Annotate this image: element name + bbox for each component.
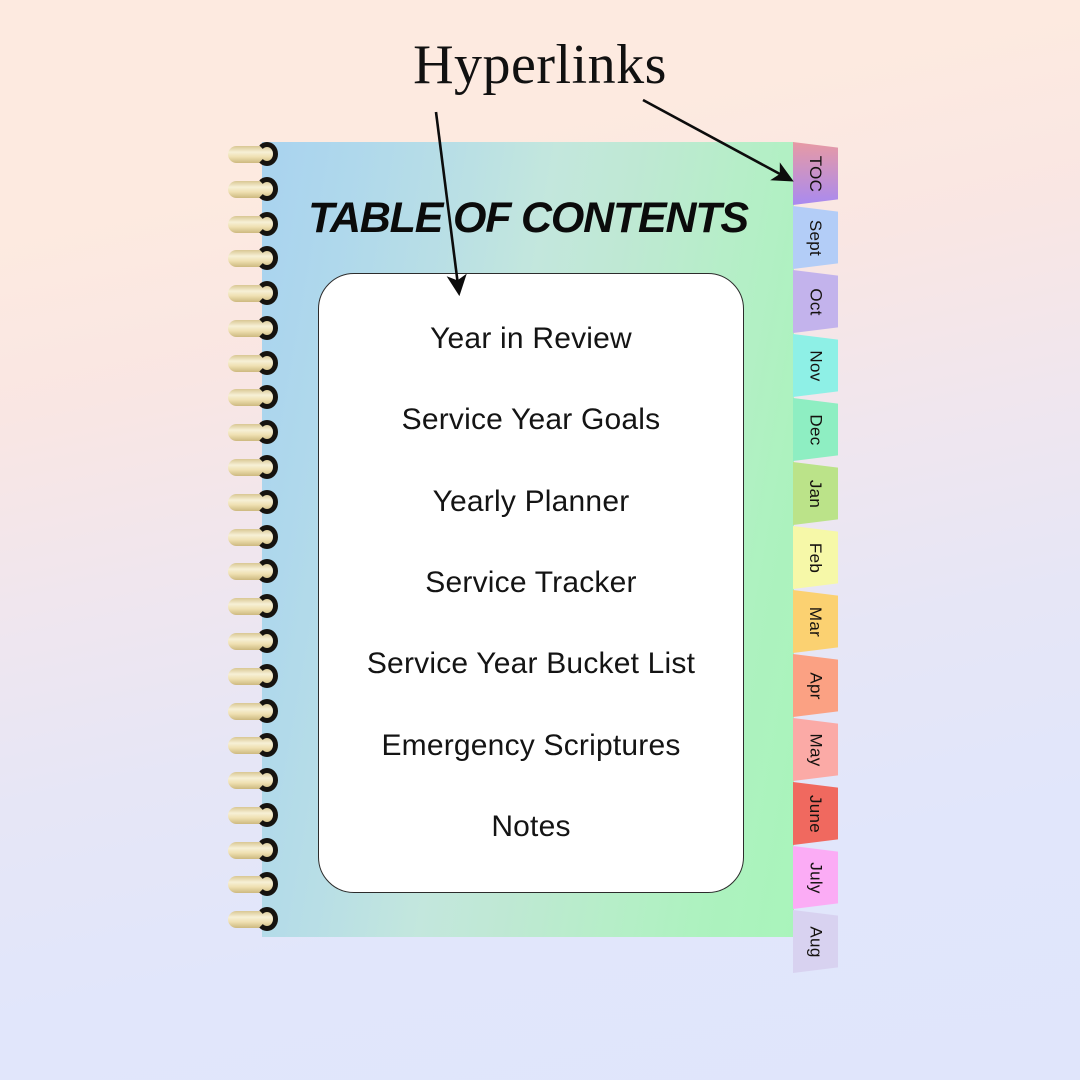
spiral-coil-loop xyxy=(256,385,278,410)
spiral-coil-loop xyxy=(256,768,278,793)
spiral-coil-loop xyxy=(256,489,278,514)
spiral-coil-loop xyxy=(256,837,278,862)
spiral-coil-loop xyxy=(256,315,278,340)
list-item[interactable]: Service Year Bucket List xyxy=(329,647,733,681)
spiral-coil-loop xyxy=(256,802,278,827)
spiral-coil-loop xyxy=(256,733,278,758)
index-tab-apr[interactable]: Apr xyxy=(793,654,838,717)
index-tab-mar[interactable]: Mar xyxy=(793,590,838,653)
list-item[interactable]: Yearly Planner xyxy=(329,485,733,519)
index-tab-label: TOC xyxy=(806,155,826,192)
list-item[interactable]: Notes xyxy=(329,810,733,844)
list-item[interactable]: Service Tracker xyxy=(329,566,733,600)
spiral-coil-loop xyxy=(256,524,278,549)
index-tab-label: May xyxy=(806,732,826,767)
spiral-coil-loop xyxy=(256,420,278,445)
spiral-binding xyxy=(228,140,284,940)
spiral-coil-loop xyxy=(256,350,278,375)
index-tab-june[interactable]: June xyxy=(793,782,838,845)
index-tab-aug[interactable]: Aug xyxy=(793,910,838,973)
spiral-coil-loop xyxy=(256,698,278,723)
index-tab-toc[interactable]: TOC xyxy=(793,142,838,205)
table-of-contents-card: Year in Review Service Year Goals Yearly… xyxy=(318,273,744,893)
list-item[interactable]: Year in Review xyxy=(329,322,733,356)
spiral-coil-loop xyxy=(256,628,278,653)
index-tab-feb[interactable]: Feb xyxy=(793,526,838,589)
index-tab-label: June xyxy=(806,794,826,833)
index-tab-dec[interactable]: Dec xyxy=(793,398,838,461)
index-tab-label: Jan xyxy=(806,479,826,508)
notebook: TABLE OF CONTENTS Year in Review Service… xyxy=(262,142,794,937)
index-tab-label: Oct xyxy=(806,287,826,316)
spiral-coil-loop xyxy=(256,594,278,619)
spiral-coil-loop xyxy=(256,907,278,932)
index-tab-label: Sept xyxy=(806,219,826,256)
index-tab-strip: TOC Sept Oct Nov Dec Jan Feb Mar Apr May June July A… xyxy=(793,142,849,973)
spiral-coil-loop xyxy=(256,663,278,688)
index-tab-label: Aug xyxy=(806,925,826,958)
index-tab-label: Nov xyxy=(806,349,826,382)
spiral-coil-loop xyxy=(256,455,278,480)
spiral-coil-loop xyxy=(256,559,278,584)
index-tab-label: Feb xyxy=(806,542,826,573)
page-title: TABLE OF CONTENTS xyxy=(308,194,749,242)
spiral-coil-loop xyxy=(256,211,278,236)
spiral-coil-loop xyxy=(256,176,278,201)
index-tab-may[interactable]: May xyxy=(793,718,838,781)
index-tab-july[interactable]: July xyxy=(793,846,838,909)
index-tab-jan[interactable]: Jan xyxy=(793,462,838,525)
spiral-coil-loop xyxy=(256,142,278,166)
index-tab-sept[interactable]: Sept xyxy=(793,206,838,269)
spiral-coil-loop xyxy=(256,246,278,271)
index-tab-label: July xyxy=(806,861,826,894)
index-tab-nov[interactable]: Nov xyxy=(793,334,838,397)
index-tab-label: Mar xyxy=(806,606,826,637)
annotation-title: Hyperlinks xyxy=(413,34,667,96)
spiral-coil-loop xyxy=(256,872,278,897)
spiral-coil-loop xyxy=(256,281,278,306)
list-item[interactable]: Emergency Scriptures xyxy=(329,729,733,763)
index-tab-label: Apr xyxy=(806,671,826,700)
list-item[interactable]: Service Year Goals xyxy=(329,403,733,437)
index-tab-oct[interactable]: Oct xyxy=(793,270,838,333)
poster-canvas: Hyperlinks TABLE OF CONTENTS Year in Rev… xyxy=(0,0,1080,1080)
index-tab-label: Dec xyxy=(806,413,826,446)
